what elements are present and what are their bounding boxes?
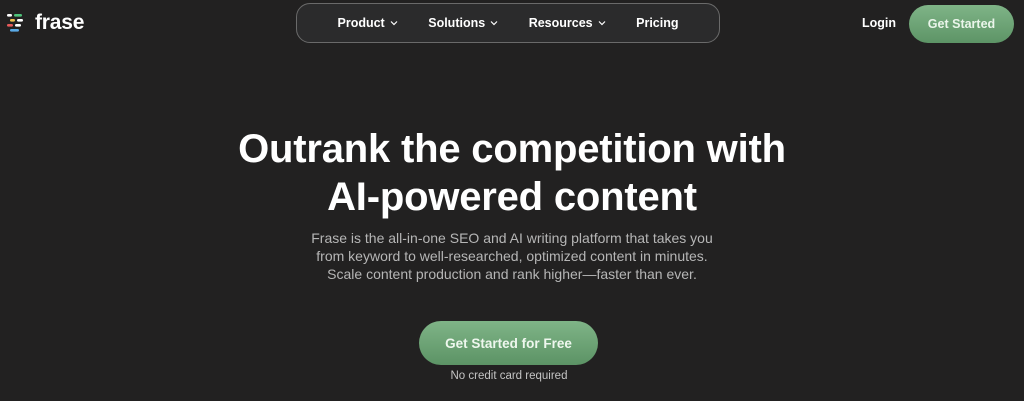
hero-title-line: Outrank the competition with <box>238 127 786 171</box>
hero-subtitle-line: Scale content production and rank higher… <box>327 266 697 282</box>
login-link[interactable]: Login <box>862 16 896 30</box>
hero-title: Outrank the competition with AI-powered … <box>0 125 1024 221</box>
frase-logo[interactable]: frase <box>7 11 84 35</box>
brand-name: frase <box>35 11 85 34</box>
no-credit-card-note: No credit card required <box>450 370 568 382</box>
hero-subtitle: Frase is the all-in-one SEO and AI writi… <box>0 229 1024 283</box>
nav-item-product[interactable]: Product <box>338 16 398 30</box>
nav-item-pricing[interactable]: Pricing <box>636 16 678 30</box>
get-started-free-button[interactable]: Get Started for Free <box>419 321 598 365</box>
nav-item-solutions[interactable]: Solutions <box>428 16 498 30</box>
get-started-button[interactable]: Get Started <box>909 5 1014 43</box>
frase-logo-icon <box>7 14 23 32</box>
nav-item-label: Resources <box>528 16 593 30</box>
hero-subtitle-line: from keyword to well-researched, optimiz… <box>316 248 708 264</box>
chevron-down-icon <box>490 21 498 26</box>
nav-item-label: Solutions <box>428 16 486 30</box>
hero-title-line: AI-powered content <box>327 175 697 219</box>
chevron-down-icon <box>390 21 398 26</box>
chevron-down-icon <box>598 21 606 26</box>
main-nav: Product Solutions Resources Pricing <box>296 3 720 43</box>
nav-item-resources[interactable]: Resources <box>529 16 606 30</box>
hero-subtitle-line: Frase is the all-in-one SEO and AI writi… <box>311 230 713 246</box>
nav-item-label: Product <box>337 16 385 30</box>
nav-item-label: Pricing <box>636 16 679 30</box>
